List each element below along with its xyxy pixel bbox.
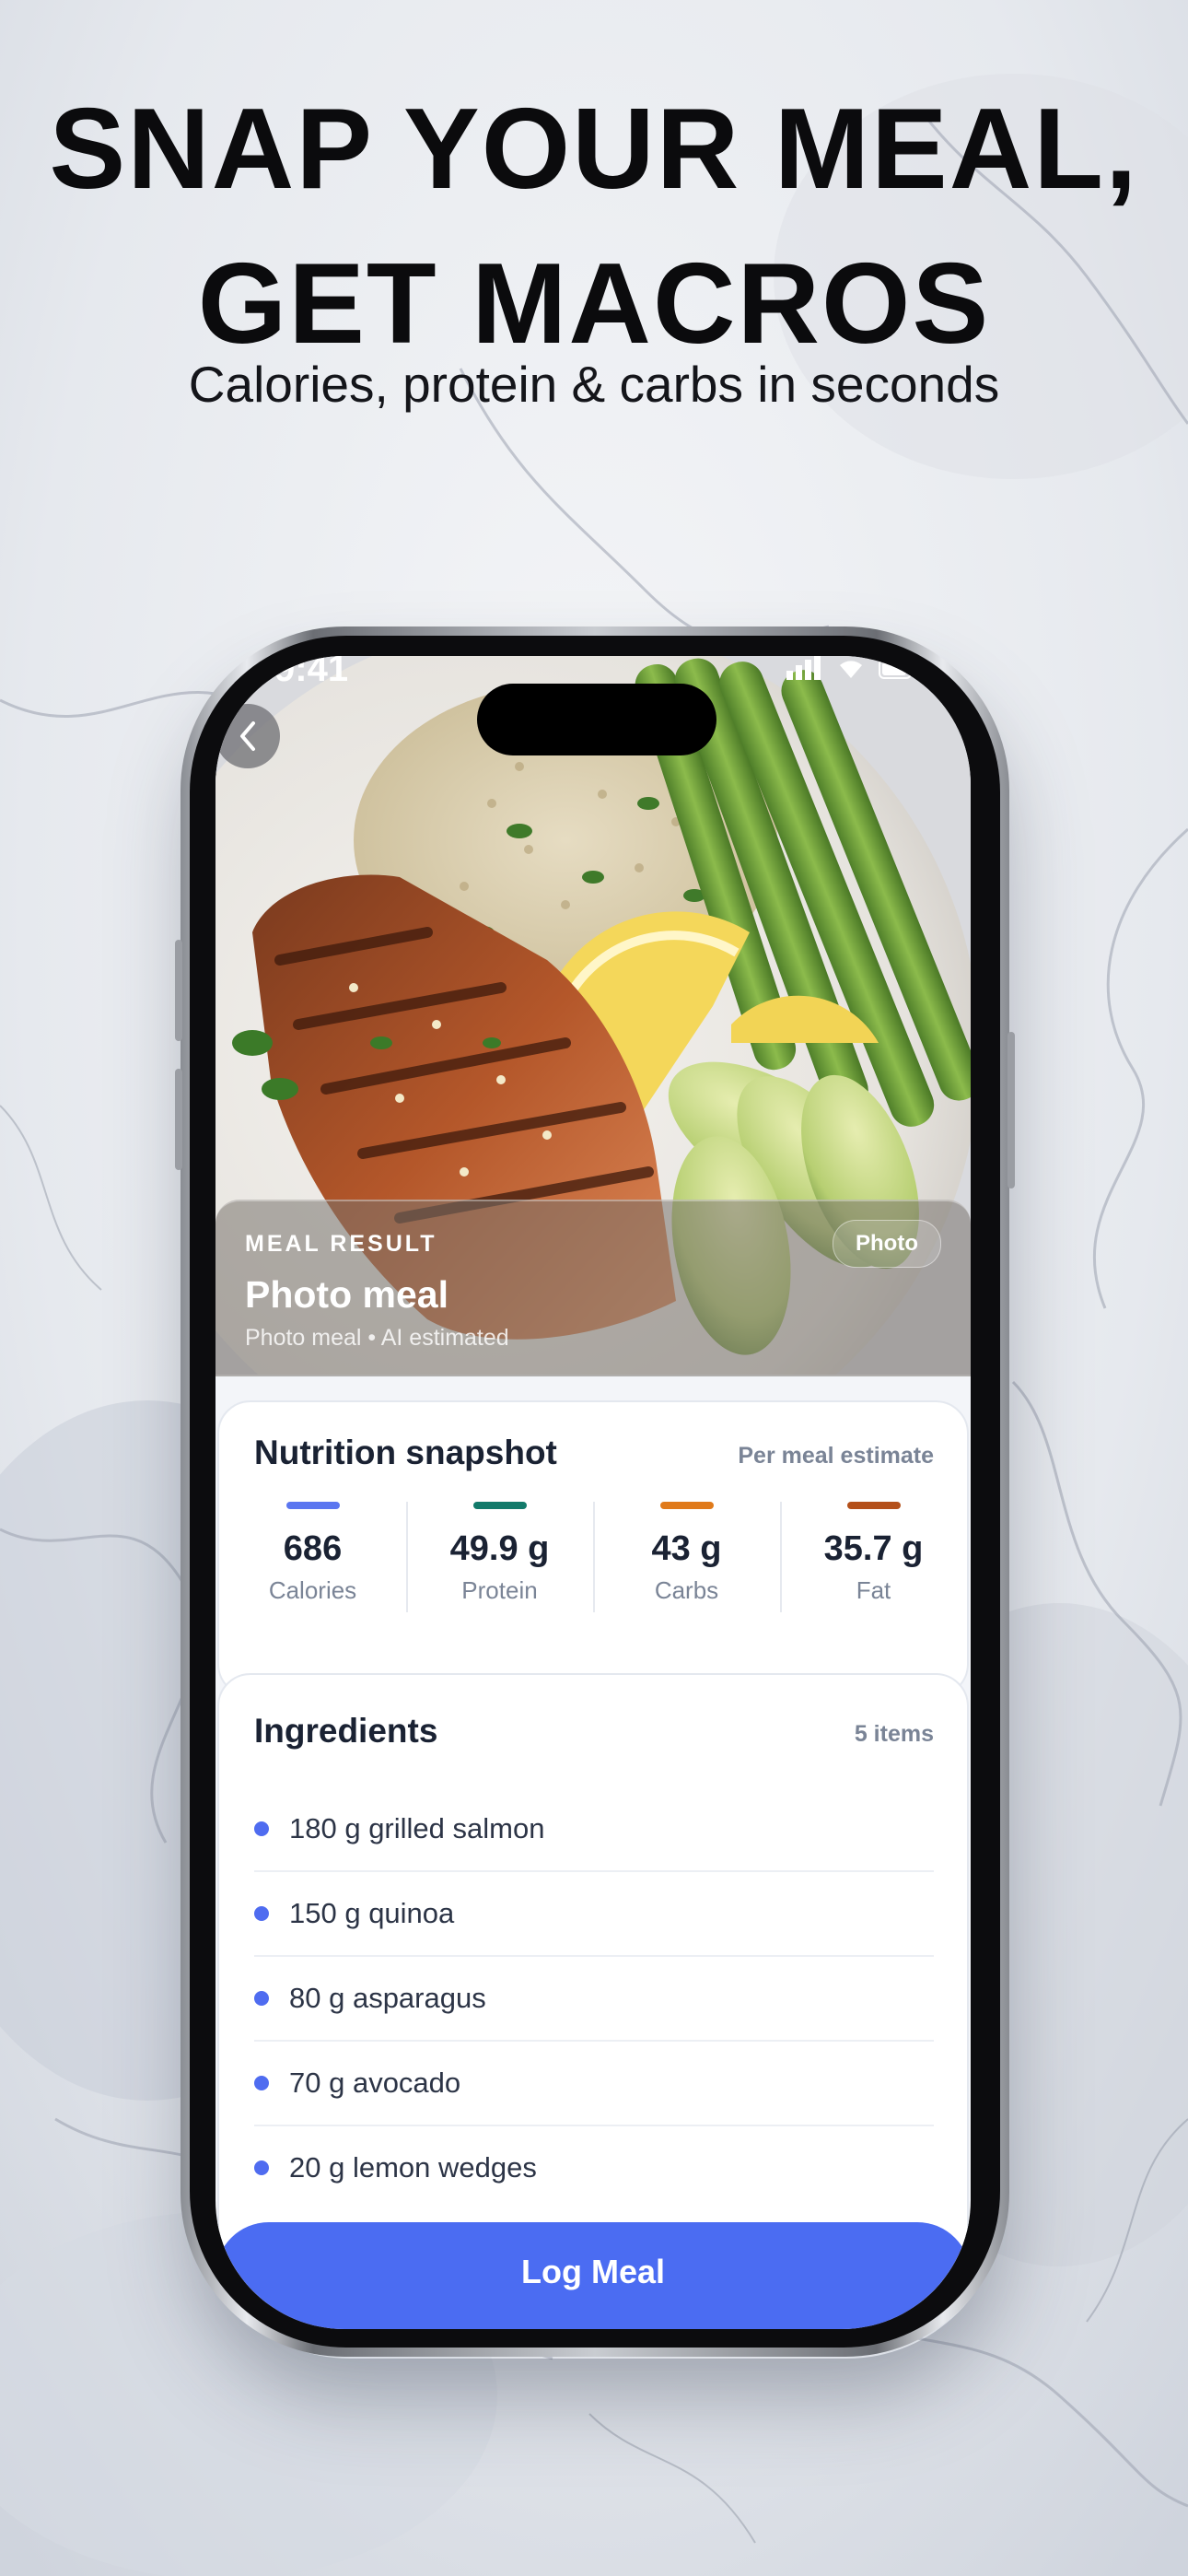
list-item[interactable]: 70 g avocado — [254, 2042, 934, 2126]
macro-label: Carbs — [654, 1576, 719, 1604]
macro-fat: 35.7 g Fat — [780, 1502, 967, 1649]
nutrition-title: Nutrition snapshot — [254, 1434, 557, 1471]
ingredient-text: 80 g asparagus — [289, 1982, 486, 2014]
ingredients-count: 5 items — [854, 1721, 934, 1747]
power-button — [1007, 1032, 1015, 1188]
macro-calories: 686 Calories — [219, 1502, 406, 1649]
back-button[interactable] — [215, 704, 280, 768]
ingredient-text: 70 g avocado — [289, 2067, 461, 2099]
macro-color-bar — [659, 1502, 714, 1509]
bullet-dot-icon — [254, 1906, 269, 1921]
macro-color-bar — [846, 1502, 901, 1509]
promo-subheadline: Calories, protein & carbs in seconds — [188, 356, 1000, 413]
ingredients-list: 180 g grilled salmon 150 g quinoa 80 g a… — [254, 1787, 934, 2209]
meal-title: Photo meal — [245, 1273, 448, 1316]
list-item[interactable]: 20 g lemon wedges — [254, 2126, 934, 2209]
list-item[interactable]: 180 g grilled salmon — [254, 1787, 934, 1872]
meal-photo: 9:41 MEAL RESULT Photo Photo meal Photo … — [215, 656, 971, 1376]
photo-badge: Photo — [833, 1220, 941, 1268]
macro-label: Calories — [268, 1576, 357, 1604]
meal-result-eyebrow: MEAL RESULT — [245, 1231, 437, 1257]
macro-value: 686 — [283, 1529, 343, 1568]
nutrition-estimate-note: Per meal estimate — [738, 1443, 934, 1469]
list-item[interactable]: 150 g quinoa — [254, 1872, 934, 1957]
macro-value: 35.7 g — [823, 1529, 924, 1568]
battery-icon — [879, 659, 912, 679]
macro-label: Protein — [461, 1576, 538, 1604]
bullet-dot-icon — [254, 2076, 269, 2090]
ingredient-text: 180 g grilled salmon — [289, 1812, 545, 1844]
macro-protein: 49.9 g Protein — [406, 1502, 593, 1649]
headline-line-1: SNAP YOUR MEAL, — [49, 86, 1139, 213]
macro-row: 686 Calories 49.9 g Protein 43 g Carbs 3… — [219, 1502, 967, 1649]
macro-label: Fat — [856, 1576, 891, 1604]
macro-color-bar — [285, 1502, 340, 1509]
bullet-dot-icon — [254, 1821, 269, 1836]
macro-color-bar — [472, 1502, 527, 1509]
list-item[interactable]: 80 g asparagus — [254, 1957, 934, 2042]
status-time: 9:41 — [274, 656, 349, 689]
meal-subtitle: Photo meal • AI estimated — [245, 1325, 509, 1351]
signal-icon — [786, 656, 821, 680]
log-meal-button[interactable]: Log Meal — [215, 2222, 971, 2329]
status-icons — [786, 656, 915, 680]
volume-down-button — [175, 1069, 182, 1170]
volume-up-button — [175, 940, 182, 1041]
chevron-left-icon — [240, 721, 255, 751]
macro-carbs: 43 g Carbs — [593, 1502, 780, 1649]
ingredient-text: 150 g quinoa — [289, 1897, 455, 1929]
macro-value: 43 g — [651, 1529, 722, 1568]
dynamic-island — [477, 684, 716, 755]
bullet-dot-icon — [254, 1991, 269, 2006]
app-screen: 9:41 MEAL RESULT Photo Photo meal Photo … — [215, 656, 971, 2329]
meal-result-card: MEAL RESULT Photo Photo meal Photo meal … — [215, 1200, 971, 1376]
ingredients-title: Ingredients — [254, 1712, 438, 1750]
ingredient-text: 20 g lemon wedges — [289, 2151, 537, 2184]
macro-value: 49.9 g — [449, 1529, 550, 1568]
nutrition-card: Nutrition snapshot Per meal estimate 686… — [217, 1400, 969, 1697]
ingredients-card: Ingredients 5 items 180 g grilled salmon… — [217, 1673, 969, 2303]
bullet-dot-icon — [254, 2160, 269, 2175]
wifi-icon — [840, 661, 862, 678]
promo-headline: SNAP YOUR MEAL, GET MACROS — [0, 72, 1188, 381]
